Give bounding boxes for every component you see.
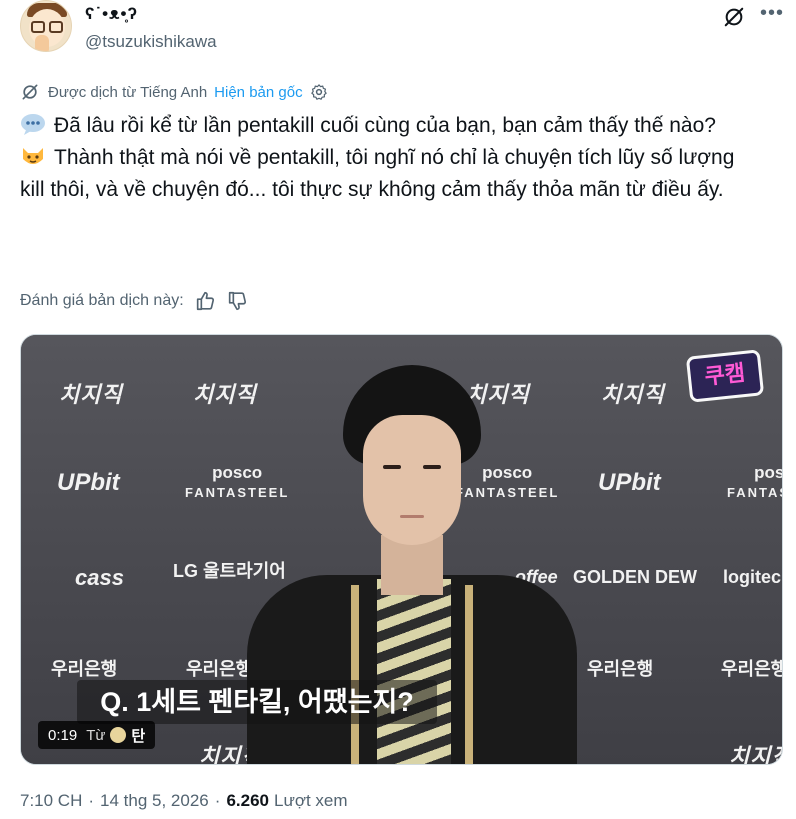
tweet-paragraph-1: Đã lâu rồi kể từ lần pentakill cuối cùng… [20,110,760,142]
sponsor-logo-woori: 우리은행 [587,659,654,679]
channel-avatar [110,727,127,743]
player-mouth [400,515,424,518]
video-sticker: 쿠캠 [685,349,765,403]
jacket-stripe [351,585,359,764]
tweet-text: Đã lâu rồi kể từ lần pentakill cuối cùng… [20,110,760,206]
sponsor-logo-woori: 우리은행 [721,659,783,679]
player-face [363,415,461,545]
sponsor-logo-chzzk: 치지직 [601,382,665,407]
tweet-date[interactable]: 14 thg 5, 2026 [100,791,209,811]
sponsor-logo-woori: 우리은행 [51,659,118,679]
cat-face-emoji [23,148,43,164]
tweet-line-question: Đã lâu rồi kể từ lần pentakill cuối cùng… [54,114,716,137]
more-icon[interactable]: ••• [760,3,784,26]
sponsor-logo-chzzk: 치지직 [59,382,123,407]
posco-subtitle: FANTASTEEL [185,485,290,500]
sponsor-logo-cass: cass [75,565,124,590]
thumbs-up-icon[interactable] [194,290,216,312]
player-head [343,365,481,555]
thumbs-down-icon[interactable] [226,290,248,312]
sponsor-logo-lg: LG 울트라기어 [173,561,286,581]
video-from-label: Từ [86,726,106,744]
speech-bubble-emoji [21,114,45,135]
sponsor-logo-woori: 우리은행 [186,659,253,679]
video-channel-name[interactable]: 탄 [131,725,145,746]
sponsor-logo-posco: posco FANTASTEEL [185,463,289,503]
posco-name: posco [754,463,782,482]
avatar-glasses-left [31,21,45,33]
tweet-line-answer: Thành thật mà nói về pentakill, tôi nghĩ… [20,146,735,201]
player-shirt [377,579,451,764]
player-eye [383,465,401,469]
posco-name: posco [482,463,533,482]
player-eye [423,465,441,469]
video-time: 0:19 [48,726,78,744]
tweet-header: ʕ˙•ᴥ•̥ʔ @tsuzukishikawa ••• [20,0,783,60]
user-handle[interactable]: @tsuzukishikawa [85,32,217,52]
tweet-time[interactable]: 7:10 CH [20,791,82,811]
grok-small-icon [22,84,38,100]
sponsor-logo-upbit: UPbit [598,469,661,496]
tweet-meta: 7:10 CH · 14 thg 5, 2026 · 6.260 Lượt xe… [20,790,348,812]
grok-icon[interactable] [723,6,745,28]
view-count: 6.260 [226,791,269,810]
translation-notice: Được dịch từ Tiếng Anh Hiện bản gốc [20,82,336,102]
jacket-stripe [465,585,473,764]
gear-icon[interactable] [310,83,328,101]
rate-translation: Đánh giá bản dịch này: [20,290,248,312]
tweet-paragraph-2: Thành thật mà nói về pentakill, tôi nghĩ… [20,142,760,206]
video-subtitle: Q. 1세트 펜타킬, 어땠는지? [77,680,437,724]
sponsor-logo-logitech: logitech [723,567,782,587]
rate-translation-label: Đánh giá bản dịch này: [20,292,184,309]
posco-name: posco [212,463,263,482]
sponsor-logo-upbit: UPbit [57,469,120,496]
separator-dot: · [214,791,221,810]
video-timestamp-badge[interactable]: 0:19 Từ 탄 [38,721,156,749]
avatar[interactable] [20,0,72,52]
avatar-glasses-right [49,21,63,33]
show-original-link[interactable]: Hiện bản gốc [214,84,302,101]
separator-dot: · [88,791,95,810]
video-player[interactable]: 치지직 치지직 치지직 치지직 UPbit posco FANTASTEEL p… [20,334,783,765]
sponsor-logo-posco: posco FANTASTEEL [727,463,782,503]
translated-from-label: Được dịch từ Tiếng Anh [48,83,208,101]
display-name[interactable]: ʕ˙•ᴥ•̥ʔ [85,4,138,24]
posco-subtitle: FANTASTEEL [727,485,782,500]
sponsor-logo-golden-dew: GOLDEN DEW [573,567,697,587]
sponsor-logo-chzzk: 치지직 [193,382,257,407]
view-count-label: Lượt xem [273,791,348,810]
sponsor-logo-chzzk: 치지직 [729,744,782,765]
avatar-hand [35,35,49,51]
